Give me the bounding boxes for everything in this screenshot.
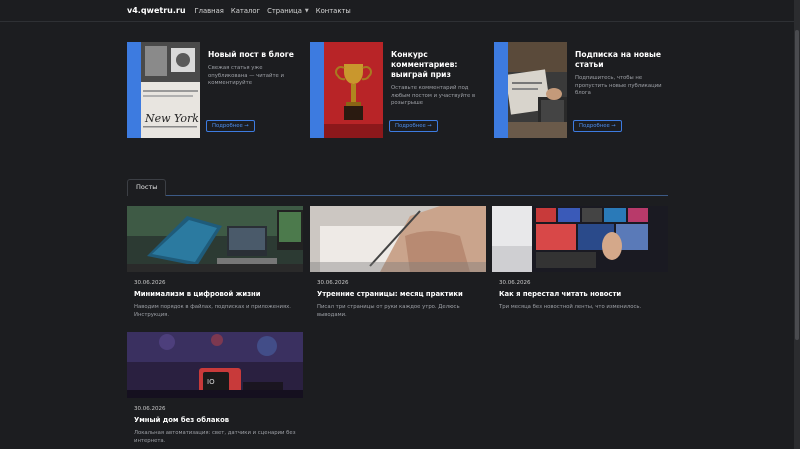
promo-card-contest: Конкурс комментариев: выиграй приз Остав… — [310, 42, 480, 138]
post-card[interactable]: IO 30.06.2026 Умный дом без облаков Лока… — [127, 332, 303, 449]
post-description: Наводим порядок в файлах, подписках и пр… — [134, 304, 291, 318]
nav-link-home[interactable]: Главная — [195, 7, 224, 15]
promo-text: Оставьте комментарий под любым постом и … — [391, 85, 476, 106]
nav-link-catalog[interactable]: Каталог — [231, 7, 260, 15]
posts-tabbar: Посты — [127, 179, 668, 196]
post-card[interactable]: 30.06.2026 Как я перестал читать новости… — [492, 206, 668, 328]
post-date: 30.06.2026 — [499, 280, 531, 286]
promo-image-reading — [508, 42, 567, 138]
promo-text: Подпишитесь, чтобы не пропустить новые п… — [575, 75, 662, 96]
post-title[interactable]: Утренние страницы: месяц практики — [317, 290, 486, 298]
promo-more-button[interactable]: Подробнее → — [573, 120, 622, 132]
post-image-news-screens — [492, 206, 668, 272]
post-title[interactable]: Умный дом без облаков — [134, 416, 303, 424]
promo-accent-bar — [310, 42, 324, 138]
svg-text:IO: IO — [207, 378, 215, 386]
promo-more-button[interactable]: Подробнее → — [389, 120, 438, 132]
post-date: 30.06.2026 — [317, 280, 349, 286]
promo-accent-bar — [127, 42, 141, 138]
promo-card-new-post: New York Новый пост в блоге Свежая стать… — [127, 42, 297, 138]
post-image-writing — [310, 206, 486, 272]
scrollbar-thumb[interactable] — [795, 30, 799, 340]
post-date: 30.06.2026 — [134, 406, 166, 412]
promo-more-button[interactable]: Подробнее → — [206, 120, 255, 132]
post-date: 30.06.2026 — [134, 280, 166, 286]
post-description: Локальная автоматизация: свет, датчики и… — [134, 430, 296, 444]
post-title[interactable]: Как я перестал читать новости — [499, 290, 668, 298]
promo-card-subscribe: Подписка на новые статьи Подпишитесь, чт… — [494, 42, 664, 138]
post-image-workspace — [127, 206, 303, 272]
chevron-down-icon: ▼ — [304, 7, 309, 14]
post-card[interactable]: 30.06.2026 Утренние страницы: месяц прак… — [310, 206, 486, 328]
promo-text: Свежая статья уже опубликована — читайте… — [208, 65, 284, 86]
nav-dropdown-page[interactable]: Страница ▼ — [267, 7, 309, 15]
nav-link-contacts[interactable]: Контакты — [316, 7, 351, 15]
post-title[interactable]: Минимализм в цифровой жизни — [134, 290, 303, 298]
brand-logo[interactable]: v4.qwetru.ru — [127, 6, 186, 15]
post-image-smart-home: IO — [127, 332, 303, 398]
post-description: Писал три страницы от руки каждое утро. … — [317, 304, 460, 318]
nav-link-page-label: Страница — [267, 6, 302, 15]
top-navbar: v4.qwetru.ru Главная Каталог Страница ▼ … — [0, 0, 794, 22]
tab-posts[interactable]: Посты — [127, 179, 167, 196]
promo-title: Новый пост в блоге — [208, 50, 294, 59]
post-description: Три месяца без новостной ленты, что изме… — [499, 304, 642, 310]
page-scrollbar[interactable] — [794, 0, 800, 449]
promo-image-trophy — [324, 42, 383, 138]
promo-title: Подписка на новые статьи — [575, 50, 661, 69]
promo-image-newspaper: New York — [141, 42, 200, 138]
promo-title: Конкурс комментариев: выиграй приз — [391, 50, 458, 79]
svg-text:New York: New York — [144, 112, 199, 125]
post-card[interactable]: 30.06.2026 Минимализм в цифровой жизни Н… — [127, 206, 303, 328]
promo-accent-bar — [494, 42, 508, 138]
